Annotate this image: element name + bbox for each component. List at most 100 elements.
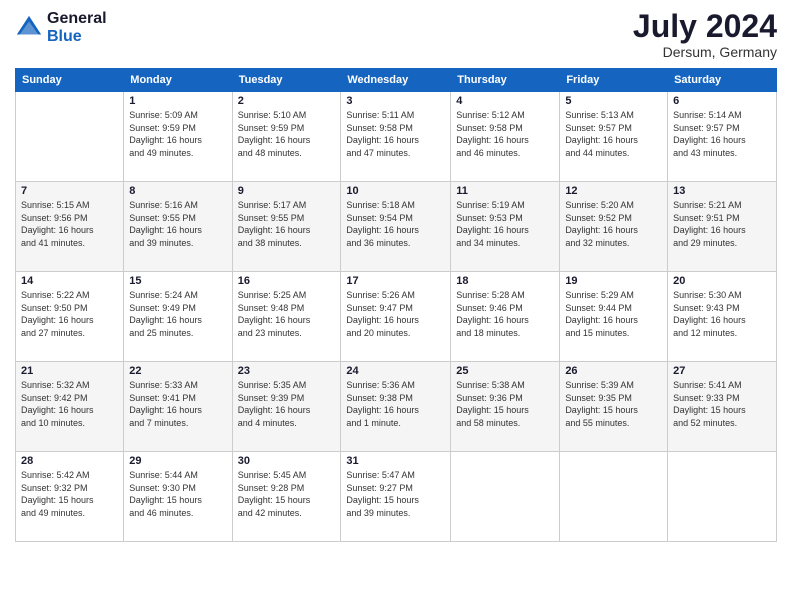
day-number: 22 (129, 365, 226, 377)
day-number: 7 (21, 185, 118, 197)
header-row: Sunday Monday Tuesday Wednesday Thursday… (16, 69, 777, 92)
day-cell (451, 452, 560, 542)
day-info: Sunrise: 5:10 AM Sunset: 9:59 PM Dayligh… (238, 109, 336, 159)
title-block: July 2024 Dersum, Germany (633, 10, 777, 60)
day-cell: 5 Sunrise: 5:13 AM Sunset: 9:57 PM Daylig… (560, 92, 668, 182)
calendar-body: 1 Sunrise: 5:09 AM Sunset: 9:59 PM Daylig… (16, 92, 777, 542)
day-number: 20 (673, 275, 771, 287)
day-cell: 21 Sunrise: 5:32 AM Sunset: 9:42 PM Dayli… (16, 362, 124, 452)
day-number: 9 (238, 185, 336, 197)
day-info: Sunrise: 5:35 AM Sunset: 9:39 PM Dayligh… (238, 379, 336, 429)
day-cell (668, 452, 777, 542)
day-info: Sunrise: 5:25 AM Sunset: 9:48 PM Dayligh… (238, 289, 336, 339)
day-info: Sunrise: 5:44 AM Sunset: 9:30 PM Dayligh… (129, 469, 226, 519)
day-cell: 24Sunrise: 5:36 AM Sunset: 9:38 PM Dayli… (341, 362, 451, 452)
day-cell: 30Sunrise: 5:45 AM Sunset: 9:28 PM Dayli… (232, 452, 341, 542)
header: General Blue July 2024 Dersum, Germany (15, 10, 777, 60)
day-number: 5 (565, 95, 662, 107)
day-number: 23 (238, 365, 336, 377)
day-info: Sunrise: 5:47 AM Sunset: 9:27 PM Dayligh… (346, 469, 445, 519)
day-info: Sunrise: 5:42 AM Sunset: 9:32 PM Dayligh… (21, 469, 118, 519)
day-info: Sunrise: 5:13 AM Sunset: 9:57 PM Dayligh… (565, 109, 662, 159)
week-row-5: 28 Sunrise: 5:42 AM Sunset: 9:32 PM Dayli… (16, 452, 777, 542)
logo-text: General Blue (47, 10, 107, 46)
day-number: 30 (238, 455, 336, 467)
day-cell: 20 Sunrise: 5:30 AM Sunset: 9:43 PM Dayli… (668, 272, 777, 362)
day-info: Sunrise: 5:30 AM Sunset: 9:43 PM Dayligh… (673, 289, 771, 339)
day-info: Sunrise: 5:38 AM Sunset: 9:36 PM Dayligh… (456, 379, 554, 429)
day-cell: 7 Sunrise: 5:15 AM Sunset: 9:56 PM Daylig… (16, 182, 124, 272)
day-info: Sunrise: 5:12 AM Sunset: 9:58 PM Dayligh… (456, 109, 554, 159)
day-info: Sunrise: 5:16 AM Sunset: 9:55 PM Dayligh… (129, 199, 226, 249)
day-info: Sunrise: 5:09 AM Sunset: 9:59 PM Dayligh… (129, 109, 226, 159)
page: General Blue July 2024 Dersum, Germany S… (0, 0, 792, 612)
day-cell: 14Sunrise: 5:22 AM Sunset: 9:50 PM Dayli… (16, 272, 124, 362)
day-number: 27 (673, 365, 771, 377)
day-number: 31 (346, 455, 445, 467)
day-cell (560, 452, 668, 542)
day-cell: 15Sunrise: 5:24 AM Sunset: 9:49 PM Dayli… (124, 272, 232, 362)
day-cell: 31 Sunrise: 5:47 AM Sunset: 9:27 PM Dayli… (341, 452, 451, 542)
day-info: Sunrise: 5:19 AM Sunset: 9:53 PM Dayligh… (456, 199, 554, 249)
day-cell: 2Sunrise: 5:10 AM Sunset: 9:59 PM Daylig… (232, 92, 341, 182)
day-info: Sunrise: 5:36 AM Sunset: 9:38 PM Dayligh… (346, 379, 445, 429)
day-info: Sunrise: 5:15 AM Sunset: 9:56 PM Dayligh… (21, 199, 118, 249)
col-monday: Monday (124, 69, 232, 92)
day-cell: 27 Sunrise: 5:41 AM Sunset: 9:33 PM Dayli… (668, 362, 777, 452)
day-number: 10 (346, 185, 445, 197)
day-cell: 4Sunrise: 5:12 AM Sunset: 9:58 PM Daylig… (451, 92, 560, 182)
day-info: Sunrise: 5:14 AM Sunset: 9:57 PM Dayligh… (673, 109, 771, 159)
day-number: 11 (456, 185, 554, 197)
day-cell: 25 Sunrise: 5:38 AM Sunset: 9:36 PM Dayli… (451, 362, 560, 452)
day-cell: 19Sunrise: 5:29 AM Sunset: 9:44 PM Dayli… (560, 272, 668, 362)
day-info: Sunrise: 5:21 AM Sunset: 9:51 PM Dayligh… (673, 199, 771, 249)
day-number: 1 (129, 95, 226, 107)
day-cell: 17Sunrise: 5:26 AM Sunset: 9:47 PM Dayli… (341, 272, 451, 362)
day-info: Sunrise: 5:29 AM Sunset: 9:44 PM Dayligh… (565, 289, 662, 339)
col-wednesday: Wednesday (341, 69, 451, 92)
day-info: Sunrise: 5:26 AM Sunset: 9:47 PM Dayligh… (346, 289, 445, 339)
day-info: Sunrise: 5:41 AM Sunset: 9:33 PM Dayligh… (673, 379, 771, 429)
day-cell: 1 Sunrise: 5:09 AM Sunset: 9:59 PM Daylig… (124, 92, 232, 182)
day-cell: 10Sunrise: 5:18 AM Sunset: 9:54 PM Dayli… (341, 182, 451, 272)
location: Dersum, Germany (633, 44, 777, 60)
day-number: 21 (21, 365, 118, 377)
day-cell: 29Sunrise: 5:44 AM Sunset: 9:30 PM Dayli… (124, 452, 232, 542)
day-info: Sunrise: 5:33 AM Sunset: 9:41 PM Dayligh… (129, 379, 226, 429)
day-cell: 9Sunrise: 5:17 AM Sunset: 9:55 PM Daylig… (232, 182, 341, 272)
day-number: 18 (456, 275, 554, 287)
day-cell: 26Sunrise: 5:39 AM Sunset: 9:35 PM Dayli… (560, 362, 668, 452)
day-cell (16, 92, 124, 182)
day-cell: 3 Sunrise: 5:11 AM Sunset: 9:58 PM Daylig… (341, 92, 451, 182)
day-cell: 13 Sunrise: 5:21 AM Sunset: 9:51 PM Dayli… (668, 182, 777, 272)
col-thursday: Thursday (451, 69, 560, 92)
day-info: Sunrise: 5:20 AM Sunset: 9:52 PM Dayligh… (565, 199, 662, 249)
day-cell: 8 Sunrise: 5:16 AM Sunset: 9:55 PM Daylig… (124, 182, 232, 272)
col-tuesday: Tuesday (232, 69, 341, 92)
day-number: 16 (238, 275, 336, 287)
day-number: 8 (129, 185, 226, 197)
day-number: 13 (673, 185, 771, 197)
day-number: 25 (456, 365, 554, 377)
day-number: 28 (21, 455, 118, 467)
month-year: July 2024 (633, 10, 777, 42)
day-cell: 23 Sunrise: 5:35 AM Sunset: 9:39 PM Dayli… (232, 362, 341, 452)
calendar-table: Sunday Monday Tuesday Wednesday Thursday… (15, 68, 777, 542)
day-cell: 11 Sunrise: 5:19 AM Sunset: 9:53 PM Dayli… (451, 182, 560, 272)
day-info: Sunrise: 5:28 AM Sunset: 9:46 PM Dayligh… (456, 289, 554, 339)
logo-icon (15, 14, 43, 42)
day-cell: 12 Sunrise: 5:20 AM Sunset: 9:52 PM Dayli… (560, 182, 668, 272)
day-cell: 6 Sunrise: 5:14 AM Sunset: 9:57 PM Daylig… (668, 92, 777, 182)
day-info: Sunrise: 5:11 AM Sunset: 9:58 PM Dayligh… (346, 109, 445, 159)
day-number: 26 (565, 365, 662, 377)
col-friday: Friday (560, 69, 668, 92)
day-number: 14 (21, 275, 118, 287)
day-number: 6 (673, 95, 771, 107)
logo: General Blue (15, 10, 107, 46)
day-info: Sunrise: 5:32 AM Sunset: 9:42 PM Dayligh… (21, 379, 118, 429)
day-cell: 22 Sunrise: 5:33 AM Sunset: 9:41 PM Dayli… (124, 362, 232, 452)
day-number: 12 (565, 185, 662, 197)
day-cell: 28 Sunrise: 5:42 AM Sunset: 9:32 PM Dayli… (16, 452, 124, 542)
col-saturday: Saturday (668, 69, 777, 92)
day-number: 3 (346, 95, 445, 107)
